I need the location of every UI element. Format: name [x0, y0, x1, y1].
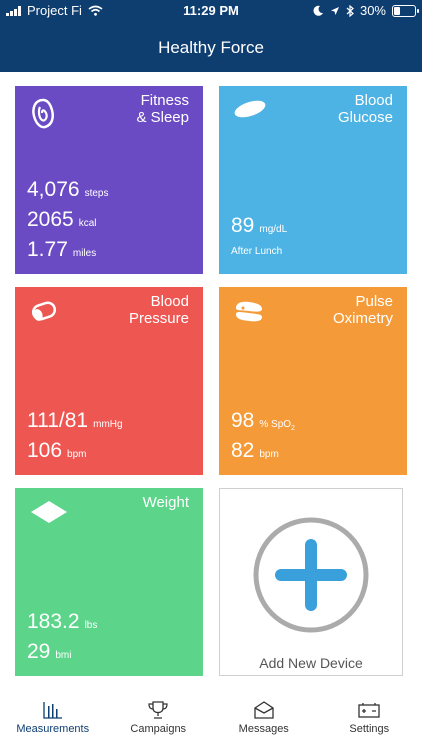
tab-campaigns[interactable]: Campaigns — [113, 700, 203, 750]
spo2-unit: % SpO2 — [259, 419, 295, 432]
plus-icon[interactable] — [253, 517, 369, 633]
weight-value: 183.2 — [27, 610, 80, 633]
miles-reading: 1.77 miles — [27, 238, 96, 262]
kcal-unit: kcal — [78, 218, 97, 229]
tab-messages-label: Messages — [238, 723, 289, 735]
pressure-title: Blood Pressure — [128, 293, 189, 327]
battery-percent: 30% — [359, 3, 386, 18]
kcal-reading: 2065 kcal — [27, 208, 97, 232]
tab-messages[interactable]: Messages — [219, 700, 309, 750]
add-new-device-tile[interactable]: Add New Device — [219, 488, 403, 676]
page-title: Healthy Force — [158, 38, 264, 57]
fitness-title: Fitness & Sleep — [136, 92, 189, 126]
weight-unit: lbs — [84, 620, 98, 631]
bmi-reading: 29 bmi — [27, 640, 71, 664]
steps-reading: 4,076 steps — [27, 178, 108, 202]
tab-settings[interactable]: Settings — [324, 700, 414, 750]
kcal-value: 2065 — [27, 208, 74, 231]
bar-chart-icon — [43, 702, 62, 719]
oxi-bpm-reading: 82 bpm — [231, 439, 279, 463]
tab-bar: Measurements Campaigns Messages Settings — [0, 700, 422, 750]
oxi-bpm-value: 82 — [231, 439, 255, 462]
tab-measurements-label: Measurements — [16, 723, 90, 735]
bp-unit: mmHg — [93, 419, 123, 430]
bp-pulse-unit: bpm — [67, 449, 87, 460]
spo2-value: 98 — [231, 409, 255, 432]
bp-pulse-value: 106 — [27, 439, 63, 462]
glucose-unit: mg/dL — [259, 224, 288, 235]
bp-pulse-reading: 106 bpm — [27, 439, 87, 463]
pulse-oximetry-tile[interactable]: Pulse Oximetry 98 % SpO2 82 bpm — [219, 287, 407, 475]
trophy-icon — [148, 701, 168, 719]
envelope-icon — [254, 701, 274, 719]
bmi-unit: bmi — [55, 650, 72, 661]
bmi-value: 29 — [27, 640, 51, 663]
blood-glucose-tile[interactable]: Blood Glucose 89 mg/dL After Lunch — [219, 86, 407, 274]
tab-settings-label: Settings — [349, 723, 390, 735]
bp-reading: 111/81 mmHg — [27, 409, 123, 433]
oxi-bpm-unit: bpm — [259, 449, 279, 460]
battery-icon — [392, 4, 419, 17]
status-bar: Project Fi 11:29 PM 30% — [0, 0, 422, 22]
bluetooth-icon — [346, 4, 354, 17]
miles-value: 1.77 — [27, 238, 68, 261]
fitness-sleep-tile[interactable]: Fitness & Sleep 4,076 steps 2065 kcal 1.… — [15, 86, 203, 274]
pulse-ox-title: Pulse Oximetry — [333, 293, 393, 327]
tab-campaigns-label: Campaigns — [130, 723, 187, 735]
weight-reading: 183.2 lbs — [27, 610, 97, 634]
glucose-title: Blood Glucose — [337, 92, 393, 126]
settings-panel-icon — [358, 703, 380, 718]
moon-icon — [313, 5, 323, 16]
add-device-label: Add New Device — [259, 655, 363, 671]
spo2-reading: 98 % SpO2 — [231, 409, 295, 433]
blood-pressure-tile[interactable]: Blood Pressure 111/81 mmHg 106 bpm — [15, 287, 203, 475]
weight-title: Weight — [142, 494, 189, 511]
location-icon — [330, 6, 339, 15]
glucose-value: 89 — [231, 214, 255, 237]
miles-unit: miles — [72, 248, 97, 259]
glucose-reading: 89 mg/dL — [231, 214, 287, 238]
steps-value: 4,076 — [27, 178, 80, 201]
tab-measurements[interactable]: Measurements — [8, 700, 98, 750]
bp-value: 111/81 — [27, 409, 89, 432]
weight-tile[interactable]: Weight 183.2 lbs 29 bmi — [15, 488, 203, 676]
app-header: Project Fi 11:29 PM 30% Healthy Force — [0, 0, 422, 72]
glucose-note: After Lunch — [231, 246, 283, 257]
steps-unit: steps — [84, 188, 109, 199]
